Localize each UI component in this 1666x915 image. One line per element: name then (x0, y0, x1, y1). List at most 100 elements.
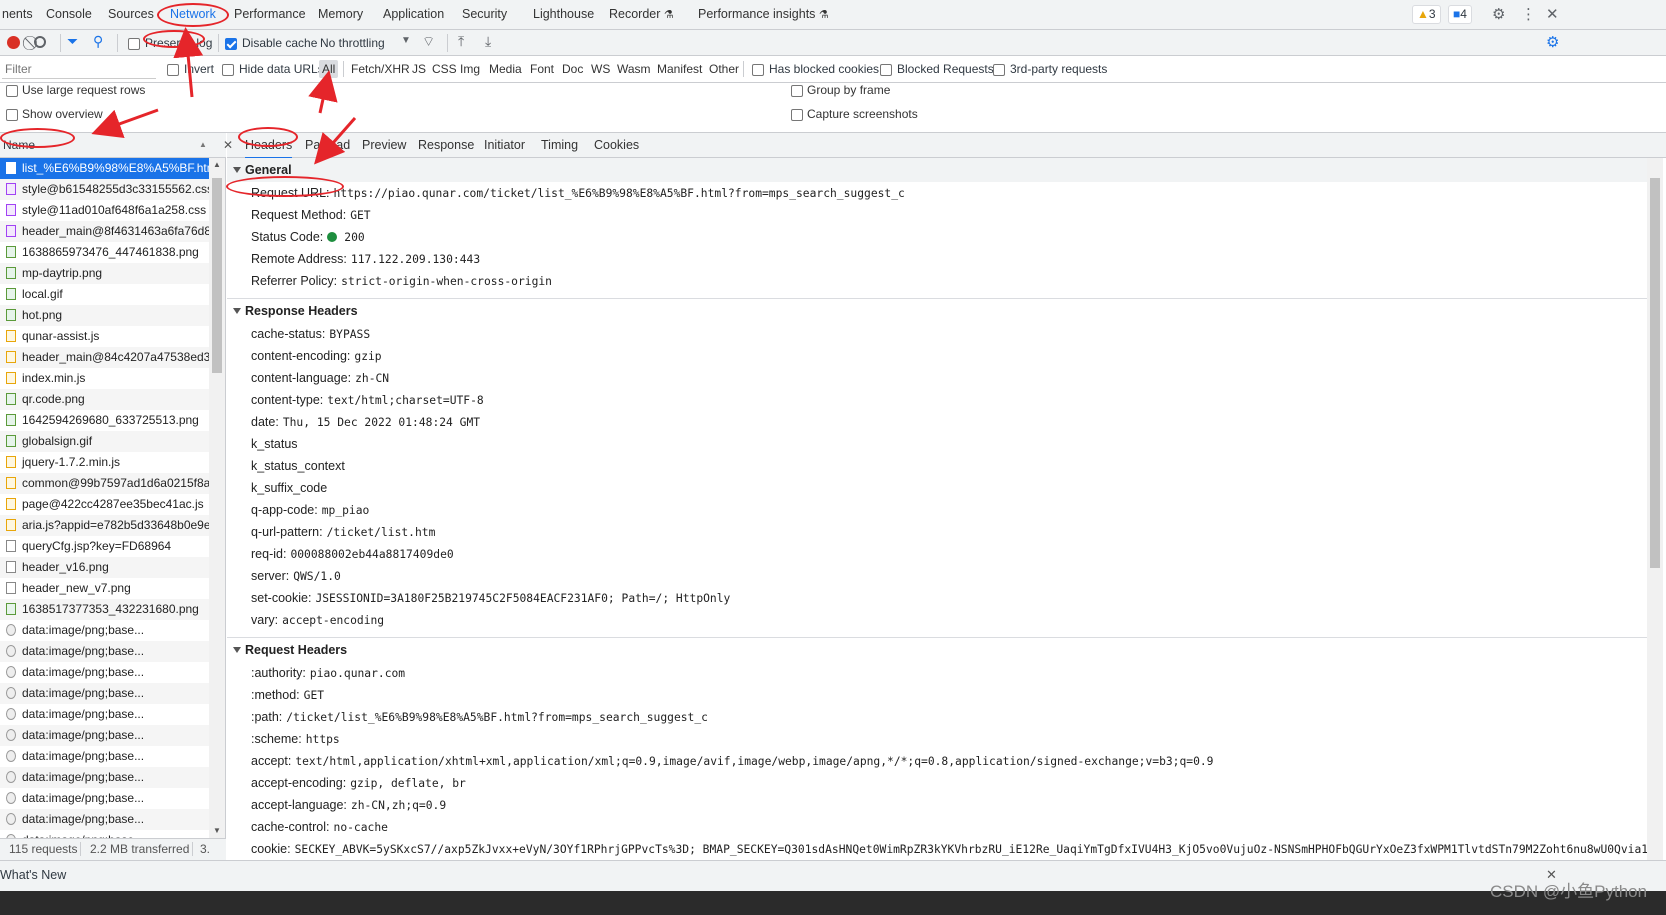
tab-security[interactable]: Security (462, 0, 507, 29)
request-row[interactable]: data:image/png;base... (0, 788, 209, 809)
export-har-icon[interactable]: ⤓ (485, 33, 491, 50)
scroll-up-icon[interactable]: ▲ (213, 160, 221, 169)
warnings-badge[interactable]: ▲3 (1412, 5, 1441, 24)
request-row[interactable]: 1638517377353_432231680.png (0, 599, 209, 620)
tab-console[interactable]: Console (46, 0, 92, 29)
large-rows-checkbox[interactable] (6, 83, 18, 97)
tab-memory[interactable]: Memory (318, 0, 363, 29)
request-row[interactable]: index.min.js (0, 368, 209, 389)
filter-type-font[interactable]: Font (527, 60, 557, 78)
tab-recorder[interactable]: Recorder ⚗ (609, 0, 674, 29)
close-details-icon[interactable]: ✕ (223, 133, 233, 157)
request-row[interactable]: 1642594269680_633725513.png (0, 410, 209, 431)
blocked-requests-checkbox[interactable] (880, 62, 892, 76)
throttling-select[interactable]: No throttling (320, 36, 385, 50)
request-row[interactable]: data:image/png;base... (0, 767, 209, 788)
request-row[interactable]: list_%E6%B9%98%E8%A5%BF.html (0, 158, 209, 179)
gear-icon[interactable]: ⚙ (1492, 5, 1505, 24)
tab-performance[interactable]: Performance (234, 0, 306, 29)
request-row[interactable]: data:image/png;base... (0, 746, 209, 767)
hide-data-urls-checkbox[interactable] (222, 62, 234, 76)
tab-response[interactable]: Response (418, 133, 474, 157)
tab-network[interactable]: Network (170, 0, 216, 29)
request-row[interactable]: aria.js?appid=e782b5d33648b0e9e (0, 515, 209, 536)
request-row[interactable]: qr.code.png (0, 389, 209, 410)
tab-lighthouse[interactable]: Lighthouse (533, 0, 594, 29)
tab-application[interactable]: Application (383, 0, 444, 29)
request-row[interactable]: style@b61548255d3c33155562.css (0, 179, 209, 200)
tab-sources[interactable]: Sources (108, 0, 154, 29)
header-row: q-app-code: mp_piao (227, 499, 1647, 521)
scrollbar-thumb[interactable] (1650, 178, 1660, 568)
tab-initiator[interactable]: Initiator (484, 133, 525, 157)
request-row[interactable]: local.gif (0, 284, 209, 305)
capture-screenshots-checkbox[interactable] (791, 107, 803, 121)
import-har-icon[interactable]: ⤒ (458, 33, 464, 50)
record-icon[interactable] (7, 36, 20, 49)
network-settings-gear-icon[interactable]: ⚙ (1546, 33, 1559, 51)
request-row[interactable]: page@422cc4287ee35bec41ac.js (0, 494, 209, 515)
request-row[interactable]: data:image/png;base... (0, 683, 209, 704)
filter-type-all[interactable]: All (319, 60, 339, 78)
filter-type-img[interactable]: Img (457, 60, 483, 78)
filter-input[interactable] (2, 59, 156, 79)
request-row[interactable]: jquery-1.7.2.min.js (0, 452, 209, 473)
filter-type-wasm[interactable]: Wasm (614, 60, 654, 78)
request-row[interactable]: data:image/png;base... (0, 809, 209, 830)
filter-type-css[interactable]: CSS (429, 60, 460, 78)
request-row[interactable]: mp-daytrip.png (0, 263, 209, 284)
filter-type-doc[interactable]: Doc (559, 60, 586, 78)
response-headers-section-header[interactable]: Response Headers (227, 299, 1647, 323)
request-row[interactable]: data:image/png;base... (0, 620, 209, 641)
request-row[interactable]: data:image/png;base... (0, 641, 209, 662)
request-row[interactable]: header_v16.png (0, 557, 209, 578)
request-row[interactable]: data:image/png;base... (0, 662, 209, 683)
request-row[interactable]: header_main@8f4631463a6fa76d8 (0, 221, 209, 242)
preserve-log-checkbox[interactable] (128, 36, 140, 50)
tab-performance-insights[interactable]: Performance insights ⚗ (698, 0, 829, 29)
request-row[interactable]: header_new_v7.png (0, 578, 209, 599)
request-list-scrollbar[interactable]: ▲ ▼ (209, 158, 225, 838)
scroll-down-icon[interactable]: ▼ (213, 826, 221, 835)
request-row[interactable]: queryCfg.jsp?key=FD68964 (0, 536, 209, 557)
request-row[interactable]: 1638865973476_447461838.png (0, 242, 209, 263)
request-row[interactable]: hot.png (0, 305, 209, 326)
more-options-icon[interactable]: ⋮ (1521, 5, 1536, 24)
general-section-header[interactable]: General (227, 158, 1647, 182)
request-row[interactable]: data:image/png;base... (0, 725, 209, 746)
tab-elements[interactable]: nents (2, 0, 33, 29)
disable-cache-checkbox[interactable] (225, 36, 237, 50)
filter-icon[interactable]: ⏷ (67, 33, 78, 50)
request-row[interactable]: globalsign.gif (0, 431, 209, 452)
search-icon[interactable]: ⚲ (93, 33, 103, 50)
request-row[interactable]: data:image/png;base... (0, 704, 209, 725)
name-column-header[interactable]: Name ▲ (0, 133, 226, 158)
tab-timing[interactable]: Timing (541, 133, 578, 157)
network-conditions-icon[interactable]: ⌔ (422, 33, 435, 51)
tab-preview[interactable]: Preview (362, 133, 406, 157)
close-icon[interactable]: ✕ (1546, 5, 1559, 24)
filter-type-media[interactable]: Media (486, 60, 525, 78)
whats-new-tab[interactable]: What's New (0, 868, 66, 882)
request-row[interactable]: style@11ad010af648f6a1a258.css (0, 200, 209, 221)
show-overview-checkbox[interactable] (6, 107, 18, 121)
filter-type-fetch-xhr[interactable]: Fetch/XHR (348, 60, 413, 78)
request-row[interactable]: qunar-assist.js (0, 326, 209, 347)
tab-headers[interactable]: Headers (245, 133, 293, 159)
tab-cookies[interactable]: Cookies (594, 133, 639, 157)
request-row[interactable]: common@99b7597ad1d6a0215f8a (0, 473, 209, 494)
filter-type-js[interactable]: JS (409, 60, 429, 78)
filter-type-manifest[interactable]: Manifest (654, 60, 705, 78)
has-blocked-cookies-checkbox[interactable] (752, 62, 764, 76)
third-party-checkbox[interactable] (993, 62, 1005, 76)
tab-payload[interactable]: Payload (305, 133, 350, 157)
request-headers-section-header[interactable]: Request Headers (227, 638, 1647, 662)
scrollbar-thumb[interactable] (212, 178, 222, 373)
invert-checkbox[interactable] (167, 62, 179, 76)
filter-type-ws[interactable]: WS (588, 60, 613, 78)
details-scrollbar[interactable] (1647, 158, 1663, 860)
messages-badge[interactable]: ■4 (1448, 5, 1472, 24)
group-by-frame-checkbox[interactable] (791, 83, 803, 97)
filter-type-other[interactable]: Other (706, 60, 742, 78)
request-row[interactable]: header_main@84c4207a47538ed3. (0, 347, 209, 368)
